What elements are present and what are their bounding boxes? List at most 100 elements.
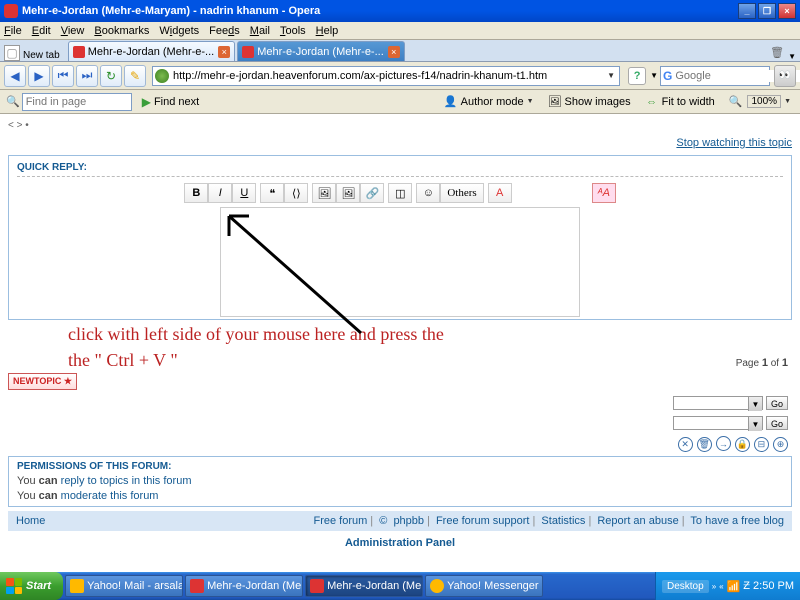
image2-button[interactable]: 🖼 (336, 183, 360, 203)
menu-bookmarks[interactable]: Bookmarks (94, 25, 149, 37)
color-button[interactable]: ◫ (388, 183, 412, 203)
stop-watching-link[interactable]: Stop watching this topic (8, 137, 792, 149)
minimize-button[interactable]: _ (738, 3, 756, 19)
emoji-button[interactable]: ☺ (416, 183, 440, 203)
tray-icon[interactable]: 📶 (727, 580, 741, 593)
view-button[interactable]: 👀 (774, 65, 796, 87)
maximize-button[interactable]: ❐ (758, 3, 776, 19)
windows-taskbar: Start Yahoo! Mail - arsalanabd... Mehr-e… (0, 572, 800, 600)
dropdown-icon[interactable]: ▼ (784, 98, 791, 105)
tab-close-icon[interactable]: × (388, 46, 400, 58)
reload-button[interactable]: ↻ (100, 65, 122, 87)
underline-button[interactable]: U (232, 183, 256, 203)
divider (17, 176, 783, 177)
others-button[interactable]: Others (440, 183, 483, 203)
find-input[interactable] (22, 93, 132, 111)
window-title: Mehr-e-Jordan (Mehr-e-Maryam) - nadrin k… (22, 5, 736, 17)
address-bar[interactable]: ▼ (152, 66, 620, 86)
quick-reply-title: QUICK REPLY: (17, 162, 783, 173)
bold-button[interactable]: B (184, 183, 208, 203)
fast-forward-button[interactable]: ⏭ (76, 65, 98, 87)
admin-panel-link[interactable]: Administration Panel (8, 537, 792, 549)
image-button[interactable]: 🖼 (312, 183, 336, 203)
dropdown-icon[interactable]: ▼ (650, 71, 658, 80)
taskbar-item-yahoo-messenger[interactable]: Yahoo! Messenger (425, 575, 543, 597)
google-icon: G (663, 69, 672, 83)
jump-select-2[interactable]: ▼ (673, 416, 763, 430)
new-tab-button[interactable]: ▢ (4, 45, 20, 61)
back-button[interactable]: ◀ (4, 65, 26, 87)
closed-tabs-trash-icon[interactable]: 🗑 (768, 43, 786, 61)
fit-width-button[interactable]: ⇔Fit to width (642, 94, 718, 110)
menu-tools[interactable]: Tools (280, 25, 306, 37)
url-input[interactable] (173, 70, 605, 82)
move-icon[interactable]: → (716, 436, 731, 451)
show-images-button[interactable]: 🖼Show images (545, 94, 634, 110)
code-button[interactable]: ⟨⟩ (284, 183, 308, 203)
lock-icon[interactable]: 🔒 (735, 437, 750, 452)
tab-1[interactable]: Mehr-e-Jordan (Mehr-e-...× (68, 41, 236, 61)
taskbar-item-yahoo-mail[interactable]: Yahoo! Mail - arsalanabd... (65, 575, 183, 597)
tab-close-icon[interactable]: × (218, 46, 230, 58)
tray-expand-icon[interactable]: » (712, 582, 716, 591)
menu-mail[interactable]: Mail (250, 25, 270, 37)
support-link[interactable]: Free forum support (436, 515, 530, 527)
new-topic-button[interactable]: NEWTOPIC ★ (8, 373, 77, 390)
go-button[interactable]: Go (766, 416, 788, 430)
home-link[interactable]: Home (16, 515, 45, 527)
editor-textarea[interactable] (220, 207, 580, 317)
stats-link[interactable]: Statistics (541, 515, 585, 527)
go-button[interactable]: Go (766, 396, 788, 410)
italic-button[interactable]: I (208, 183, 232, 203)
tray-prev-icon[interactable]: « (719, 582, 723, 591)
url-dropdown-icon[interactable]: ▼ (605, 71, 617, 80)
dropdown-icon[interactable]: ▼ (748, 397, 762, 411)
dropdown-icon[interactable]: ▼ (527, 98, 534, 105)
switch-editor-button[interactable]: ᴬA (592, 183, 616, 203)
help-button[interactable]: ? (628, 67, 646, 85)
new-tab-label[interactable]: New tab (23, 50, 60, 61)
split-icon[interactable]: ⊟ (754, 437, 769, 452)
taskbar-item-opera-2[interactable]: Mehr-e-Jordan (Mehr... (305, 575, 423, 597)
blog-link[interactable]: To have a free blog (690, 515, 784, 527)
abuse-link[interactable]: Report an abuse (597, 515, 678, 527)
merge-icon[interactable]: ⊕ (773, 437, 788, 452)
link-button[interactable]: 🔗 (360, 183, 384, 203)
site-icon (155, 69, 169, 83)
menu-edit[interactable]: Edit (32, 25, 51, 37)
menu-view[interactable]: View (61, 25, 85, 37)
tab-2-active[interactable]: Mehr-e-Jordan (Mehr-e-...× (237, 41, 405, 61)
annotation-arrow (221, 208, 391, 348)
menu-help[interactable]: Help (316, 25, 339, 37)
delete-icon[interactable]: ✕ (678, 437, 693, 452)
menu-widgets[interactable]: Widgets (159, 25, 199, 37)
close-button[interactable]: × (778, 3, 796, 19)
images-icon: 🖼 (548, 95, 562, 109)
fontcolor-button[interactable]: A (488, 183, 512, 203)
zoom-control[interactable]: 🔍100% ▼ (726, 94, 794, 109)
clock[interactable]: 2:50 PM (753, 580, 794, 592)
search-box[interactable]: G ▼ (660, 66, 770, 86)
dropdown-icon[interactable]: ▼ (788, 52, 796, 61)
wand-button[interactable]: ✎ (124, 65, 146, 87)
dropdown-icon[interactable]: ▼ (748, 417, 762, 431)
messenger-icon (430, 579, 444, 593)
menu-feeds[interactable]: Feeds (209, 25, 240, 37)
taskbar-item-opera-1[interactable]: Mehr-e-Jordan (Mehr-e-... (185, 575, 303, 597)
menu-file[interactable]: File (4, 25, 22, 37)
show-desktop-button[interactable]: Desktop (662, 580, 709, 593)
yahoo-icon (70, 579, 84, 593)
author-mode-button[interactable]: 👤Author mode ▼ (441, 94, 537, 110)
tray-icon[interactable]: Ƶ (743, 580, 750, 592)
phpbb-link[interactable]: phpbb (393, 515, 424, 527)
quote-button[interactable]: ❝ (260, 183, 284, 203)
start-button[interactable]: Start (0, 572, 63, 600)
windows-logo-icon (6, 578, 22, 594)
forward-button[interactable]: ▶ (28, 65, 50, 87)
rewind-button[interactable]: ⏮ (52, 65, 74, 87)
jump-select-1[interactable]: ▼ (673, 396, 763, 410)
find-next-button[interactable]: ▶Find next (142, 95, 199, 109)
trash-icon[interactable]: 🗑 (697, 437, 712, 452)
free-forum-link[interactable]: Free forum (313, 515, 367, 527)
page-content: < > • Stop watching this topic QUICK REP… (0, 114, 800, 572)
